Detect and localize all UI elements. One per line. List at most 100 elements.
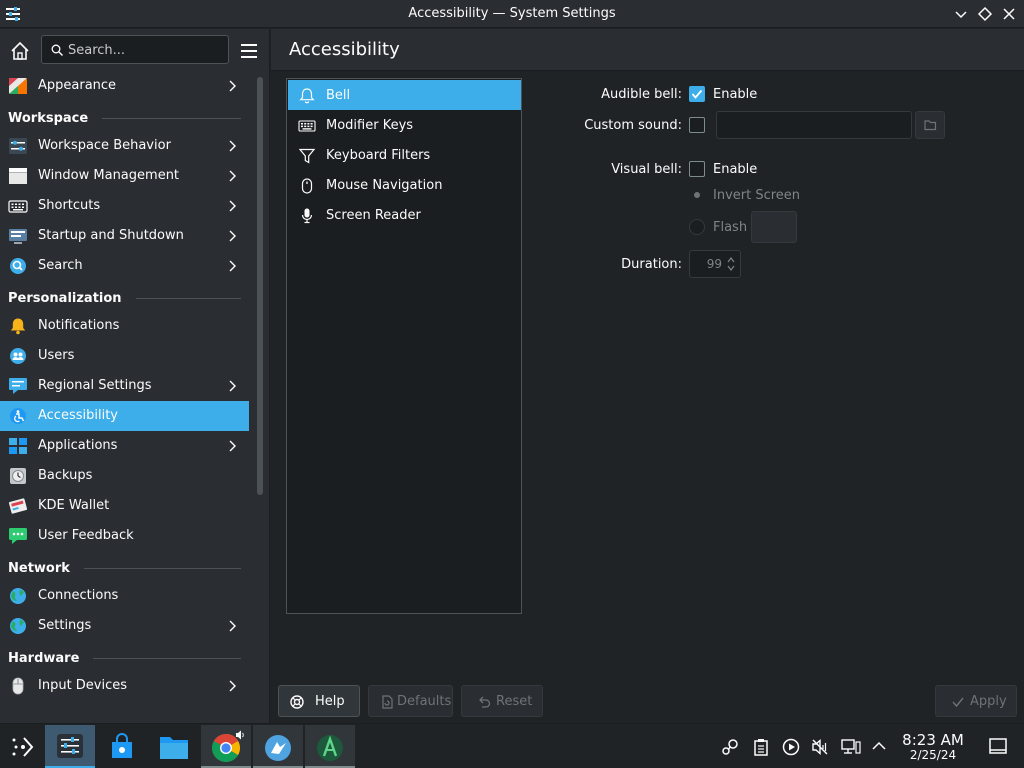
- workspace-behavior-icon: [8, 137, 28, 155]
- invert-screen-radio[interactable]: [694, 192, 700, 198]
- audible-bell-enable-text[interactable]: Enable: [713, 87, 757, 102]
- sidebar-item-shortcuts[interactable]: Shortcuts: [0, 191, 249, 221]
- taskbar-app-5[interactable]: [253, 725, 303, 768]
- help-button[interactable]: Help: [278, 685, 360, 717]
- media-play-icon[interactable]: [781, 737, 801, 757]
- show-desktop-button[interactable]: [988, 736, 1008, 756]
- mouse-icon: [298, 177, 316, 195]
- category-divider: [84, 568, 241, 569]
- sidebar-item-workspace-behavior[interactable]: Workspace Behavior: [0, 131, 249, 161]
- sidebar-item-appearance[interactable]: Appearance: [0, 71, 249, 101]
- sidebar-header: [0, 29, 270, 71]
- sidebar-category-label: Network: [8, 561, 70, 576]
- bell-icon: [8, 317, 28, 335]
- audio-muted-icon[interactable]: [810, 737, 830, 757]
- sidebar-item-label: Backups: [38, 468, 93, 483]
- sidebar-item-accessibility[interactable]: Accessibility: [0, 401, 249, 431]
- flash-radio[interactable]: [689, 219, 705, 235]
- subpage-item-label: Modifier Keys: [326, 118, 414, 133]
- folder-open-icon: [924, 120, 937, 131]
- invert-screen-text[interactable]: Invert Screen: [713, 188, 800, 203]
- sidebar-item-input-devices[interactable]: Input Devices: [0, 671, 249, 701]
- reset-button[interactable]: Reset: [461, 685, 543, 717]
- duration-label: Duration:: [621, 257, 682, 272]
- clipboard-icon[interactable]: [751, 737, 771, 757]
- sidebar-item-user-feedback[interactable]: User Feedback: [0, 521, 249, 551]
- sidebar-item-connections[interactable]: Connections: [0, 581, 249, 611]
- taskbar-discover[interactable]: [97, 725, 147, 768]
- taskbar-dolphin[interactable]: [149, 725, 199, 768]
- appearance-icon: [8, 77, 28, 95]
- subpage-item-mouse-navigation[interactable]: Mouse Navigation: [288, 170, 521, 200]
- microphone-icon: [298, 207, 316, 225]
- digital-clock[interactable]: 8:23 AM 2/25/24: [898, 732, 968, 762]
- taskbar-chrome[interactable]: [201, 725, 251, 768]
- sidebar-item-label: Appearance: [38, 78, 117, 93]
- sidebar-item-notifications[interactable]: Notifications: [0, 311, 249, 341]
- subpage-item-modifier-keys[interactable]: Modifier Keys: [288, 110, 521, 140]
- hamburger-menu-button[interactable]: [238, 41, 260, 61]
- close-button[interactable]: [1000, 5, 1018, 23]
- taskbar: 8:23 AM 2/25/24: [0, 723, 1024, 768]
- flash-color-button[interactable]: [751, 211, 797, 243]
- window-title: Accessibility — System Settings: [408, 6, 616, 21]
- page-title: Accessibility: [289, 39, 400, 60]
- sidebar-item-label: Regional Settings: [38, 378, 152, 393]
- taskbar-system-settings[interactable]: [45, 725, 95, 768]
- visual-bell-label: Visual bell:: [611, 162, 682, 177]
- chevron-right-icon: [227, 199, 239, 213]
- sidebar-item-backups[interactable]: Backups: [0, 461, 249, 491]
- search-input[interactable]: [68, 41, 223, 59]
- network-wired-icon[interactable]: [840, 737, 862, 757]
- folder-icon: [159, 734, 189, 760]
- clock-date: 2/25/24: [909, 748, 957, 762]
- users-icon: [8, 347, 28, 365]
- sidebar-category-personalization: Personalization: [0, 285, 249, 311]
- startup-icon: [8, 227, 28, 245]
- globe-icon: [8, 587, 28, 605]
- sidebar-item-startup-and-shutdown[interactable]: Startup and Shutdown: [0, 221, 249, 251]
- maximize-button[interactable]: [976, 5, 994, 23]
- visual-bell-enable-text[interactable]: Enable: [713, 162, 757, 177]
- search-field[interactable]: [41, 35, 229, 64]
- duration-spinbox[interactable]: 99: [689, 250, 741, 278]
- home-button[interactable]: [8, 39, 32, 63]
- sidebar-item-regional-settings[interactable]: Regional Settings: [0, 371, 249, 401]
- subpage-item-screen-reader[interactable]: Screen Reader: [288, 200, 521, 230]
- audio-playing-icon[interactable]: [234, 729, 246, 741]
- regional-icon: [8, 377, 28, 395]
- custom-sound-path-field[interactable]: [716, 111, 912, 139]
- taskbar-app-6[interactable]: [305, 725, 355, 768]
- sidebar-item-search[interactable]: Search: [0, 251, 249, 281]
- reset-label: Reset: [496, 694, 533, 709]
- sidebar-scrollbar[interactable]: [255, 75, 265, 497]
- custom-sound-checkbox[interactable]: [689, 117, 705, 133]
- subpage-item-label: Keyboard Filters: [326, 148, 431, 163]
- browse-sound-button[interactable]: [915, 111, 945, 139]
- scrollbar-thumb[interactable]: [257, 77, 263, 495]
- audible-bell-checkbox[interactable]: [689, 86, 705, 102]
- application-launcher[interactable]: [0, 725, 50, 768]
- minimize-button[interactable]: [952, 5, 970, 23]
- chevron-right-icon: [227, 679, 239, 693]
- apply-button[interactable]: Apply: [935, 685, 1017, 717]
- apply-label: Apply: [970, 694, 1007, 709]
- flash-text[interactable]: Flash: [713, 220, 747, 235]
- home-icon: [11, 41, 29, 60]
- defaults-button[interactable]: Defaults: [368, 685, 453, 717]
- chevron-up-icon[interactable]: [870, 737, 888, 755]
- spin-arrows-icon[interactable]: [726, 254, 736, 274]
- help-icon: [289, 694, 305, 710]
- sidebar-item-kde-wallet[interactable]: KDE Wallet: [0, 491, 249, 521]
- visual-bell-checkbox[interactable]: [689, 161, 705, 177]
- sidebar-item-settings[interactable]: Settings: [0, 611, 249, 641]
- bird-icon: [263, 733, 293, 763]
- subpage-item-bell[interactable]: Bell: [288, 80, 521, 110]
- steam-icon[interactable]: [720, 737, 740, 757]
- subpage-item-keyboard-filters[interactable]: Keyboard Filters: [288, 140, 521, 170]
- chevron-right-icon: [227, 229, 239, 243]
- sidebar-item-window-management[interactable]: Window Management: [0, 161, 249, 191]
- subpage-item-label: Mouse Navigation: [326, 178, 443, 193]
- sidebar-item-applications[interactable]: Applications: [0, 431, 249, 461]
- sidebar-item-users[interactable]: Users: [0, 341, 249, 371]
